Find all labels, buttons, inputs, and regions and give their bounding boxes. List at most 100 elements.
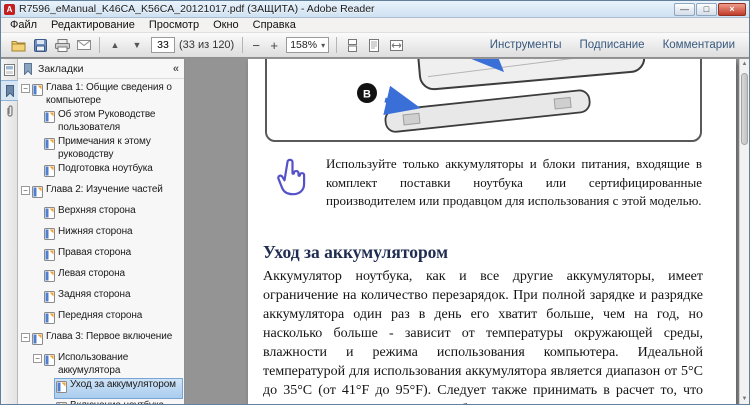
bookmark-item[interactable]: Правая сторона: [18, 246, 184, 267]
bookmark-link[interactable]: Задняя сторона: [43, 289, 182, 308]
bookmark-page-icon: [44, 290, 55, 308]
collapse-minus-icon[interactable]: −: [21, 84, 30, 93]
save-button[interactable]: [29, 35, 51, 55]
bookmark-item[interactable]: Задняя сторона: [18, 288, 184, 309]
bookmark-options-icon[interactable]: [23, 62, 33, 75]
bookmark-link[interactable]: Включение ноутбука: [55, 400, 182, 404]
toolbar-panels: Инструменты Подписание Комментарии: [490, 39, 743, 51]
close-button[interactable]: ×: [718, 2, 746, 16]
menu-item-0[interactable]: Файл: [3, 18, 44, 33]
menu-item-1[interactable]: Редактирование: [44, 18, 142, 33]
toolbar-separator: [99, 37, 100, 53]
bookmark-page-icon: [44, 269, 55, 287]
collapse-minus-icon[interactable]: −: [21, 333, 30, 342]
twist-spacer: [33, 291, 43, 300]
bookmark-item[interactable]: Об этом Руководстве пользователя: [18, 108, 184, 135]
note-paragraph: Используйте только аккумуляторы и блоки …: [326, 156, 702, 208]
toolbar: ▲ ▼ (33 из 120) − + 158% ▾ Инструменты По…: [1, 33, 749, 58]
single-page-icon: [369, 38, 380, 52]
bookmark-selected[interactable]: Уход за аккумулятором: [54, 378, 183, 399]
bookmark-link[interactable]: Использование аккумулятора: [43, 352, 182, 377]
bookmark-link[interactable]: Примечания к этому руководству: [43, 136, 182, 161]
bookmark-item[interactable]: − Глава 2: Изучение частей: [18, 183, 184, 204]
bookmark-label: Правая сторона: [58, 247, 132, 258]
twist-spacer: [33, 111, 43, 120]
scrolling-mode-button[interactable]: [341, 35, 363, 55]
bookmark-page-icon: [44, 137, 55, 155]
document-area[interactable]: A B Используйте только аккумуляторы и бл…: [186, 59, 749, 404]
title-bar[interactable]: A R7596_eManual_K46CA_K56CA_20121017.pdf…: [1, 1, 749, 18]
minimize-button[interactable]: —: [674, 2, 695, 16]
zoom-level-select[interactable]: 158% ▾: [286, 37, 330, 53]
zoom-out-button[interactable]: −: [247, 35, 265, 55]
fit-width-button[interactable]: [385, 35, 407, 55]
bookmark-item[interactable]: Включение ноутбука: [18, 399, 184, 404]
attachments-button[interactable]: [1, 101, 18, 122]
menu-item-3[interactable]: Окно: [206, 18, 246, 33]
collapse-minus-icon[interactable]: −: [21, 186, 30, 195]
bookmark-item[interactable]: Подготовка ноутбука: [18, 162, 184, 183]
bookmark-item[interactable]: − Глава 1: Общие сведения о компьютере: [18, 81, 184, 108]
zoom-in-button[interactable]: +: [265, 35, 283, 55]
bookmark-label: Включение ноутбука: [70, 400, 181, 404]
bookmark-label: Использование аккумулятора: [58, 352, 129, 376]
bookmark-page-icon: [32, 83, 43, 101]
scrollbar-thumb[interactable]: [741, 73, 748, 145]
bookmark-link[interactable]: Об этом Руководстве пользователя: [43, 109, 182, 134]
page-number-input[interactable]: [151, 37, 175, 53]
open-file-button[interactable]: [7, 35, 29, 55]
menu-bar: Файл Редактирование Просмотр Окно Справка: [1, 18, 749, 33]
bookmark-item[interactable]: Верхняя сторона: [18, 204, 184, 225]
next-page-button[interactable]: ▼: [126, 35, 148, 55]
page-thumbnails-button[interactable]: [1, 59, 18, 80]
section-heading: Уход за аккумулятором: [263, 242, 449, 262]
bookmark-page-icon: [44, 248, 55, 266]
scroll-down-arrow[interactable]: ▼: [740, 394, 749, 404]
bookmark-item[interactable]: Нижняя сторона: [18, 225, 184, 246]
bookmark-link[interactable]: Верхняя сторона: [43, 205, 182, 224]
tools-link[interactable]: Инструменты: [490, 39, 562, 51]
bookmarks-panel-button[interactable]: [1, 80, 18, 101]
comments-link[interactable]: Комментарии: [663, 39, 735, 51]
bookmark-link[interactable]: Правая сторона: [43, 247, 182, 266]
toolbar-separator: [336, 37, 338, 53]
menu-item-4[interactable]: Справка: [246, 18, 303, 33]
bookmark-item[interactable]: − Использование аккумулятора: [18, 351, 184, 378]
menu-item-2[interactable]: Просмотр: [142, 18, 206, 33]
bookmark-link[interactable]: Подготовка ноутбука: [43, 163, 182, 182]
envelope-icon: [77, 40, 91, 50]
maximize-button[interactable]: □: [696, 2, 717, 16]
bookmark-item[interactable]: Уход за аккумулятором: [18, 378, 184, 399]
bookmark-link[interactable]: Глава 2: Изучение частей: [31, 184, 182, 203]
bookmark-item[interactable]: Передняя сторона: [18, 309, 184, 330]
bookmark-link[interactable]: Глава 3: Первое включение: [31, 331, 182, 350]
collapse-panel-button[interactable]: «: [173, 63, 179, 75]
bookmark-link[interactable]: Левая сторона: [43, 268, 182, 287]
collapse-minus-icon[interactable]: −: [33, 354, 42, 363]
bookmark-link[interactable]: Глава 1: Общие сведения о компьютере: [31, 82, 182, 107]
body-paragraph: Аккумулятор ноутбука, как и все другие а…: [263, 269, 703, 404]
battery-removal-figure: A B: [265, 59, 702, 142]
sign-link[interactable]: Подписание: [579, 39, 644, 51]
vertical-scrollbar[interactable]: ▲ ▼: [739, 59, 749, 404]
bookmark-link[interactable]: Нижняя сторона: [43, 226, 182, 245]
folder-icon: [11, 40, 25, 51]
twist-spacer: [33, 249, 43, 258]
bookmark-link[interactable]: Передняя сторона: [43, 310, 182, 329]
bookmark-item[interactable]: Примечания к этому руководству: [18, 135, 184, 162]
bookmark-item[interactable]: Левая сторона: [18, 267, 184, 288]
bookmark-label: Об этом Руководстве пользователя: [58, 109, 156, 133]
bookmark-label: Левая сторона: [58, 268, 126, 279]
email-button[interactable]: [73, 35, 95, 55]
twist-spacer: [33, 312, 43, 321]
window-title: R7596_eManual_K46CA_K56CA_20121017.pdf (…: [19, 3, 375, 15]
print-button[interactable]: [51, 35, 73, 55]
twist-spacer: [33, 270, 43, 279]
twist-spacer: [45, 381, 55, 390]
single-page-button[interactable]: [363, 35, 385, 55]
scroll-up-arrow[interactable]: ▲: [740, 59, 749, 69]
twist-spacer: [33, 165, 43, 174]
bookmark-item[interactable]: − Глава 3: Первое включение: [18, 330, 184, 351]
previous-page-button[interactable]: ▲: [104, 35, 126, 55]
window-controls: — □ ×: [674, 2, 746, 16]
